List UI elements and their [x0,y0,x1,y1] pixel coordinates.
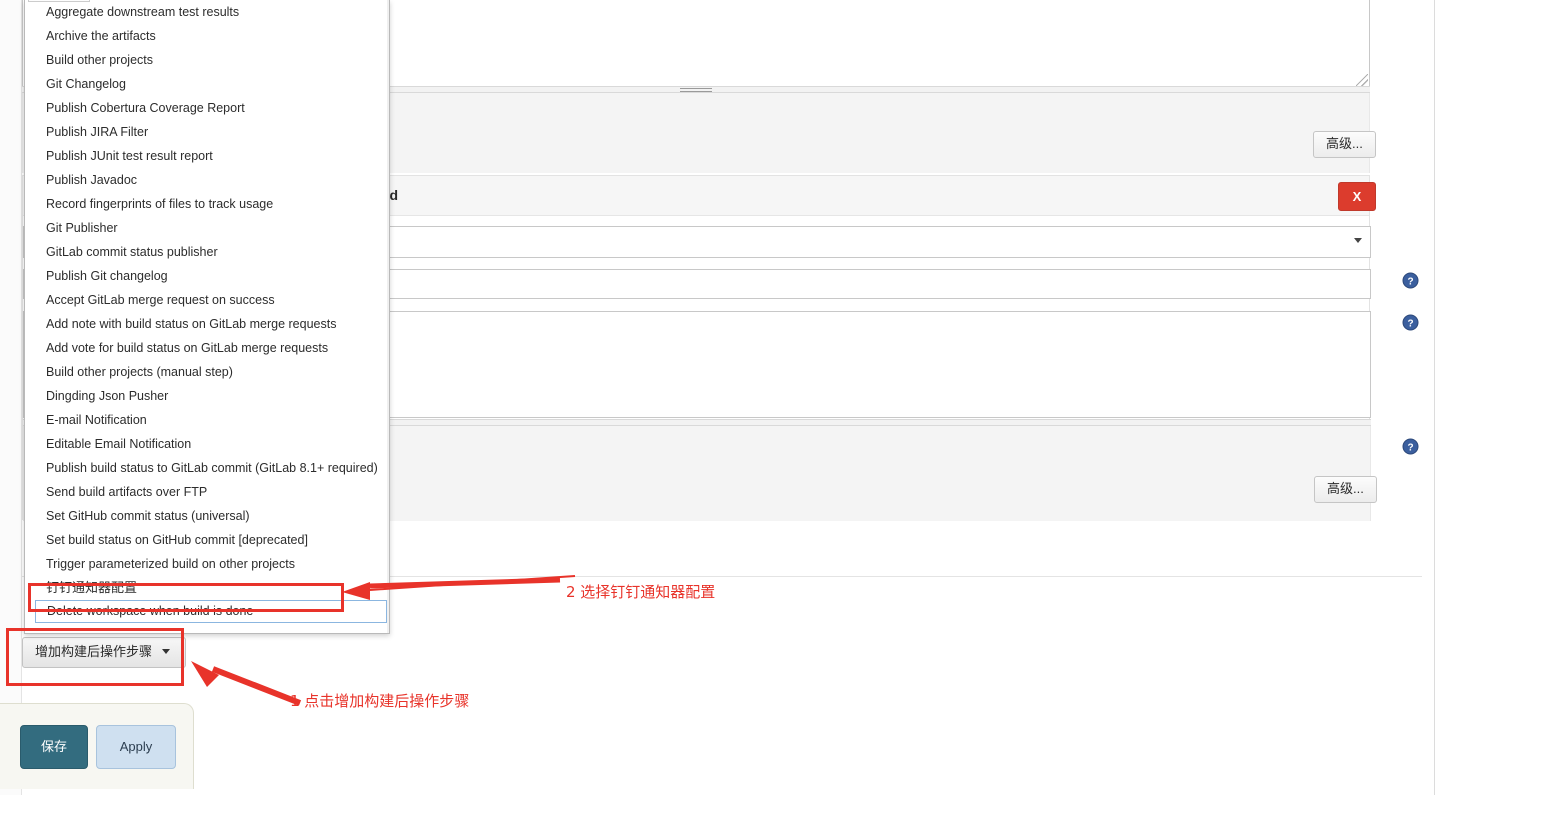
dropdown-item[interactable]: Build other projects (manual step) [25,360,389,384]
dropdown-item[interactable]: Dingding Json Pusher [25,384,389,408]
dropdown-item-list: Aggregate downstream test results Archive… [25,0,389,623]
dropdown-item[interactable]: Publish JIRA Filter [25,120,389,144]
dropdown-anchor-stub [28,0,90,2]
dropdown-item[interactable]: Record fingerprints of files to track us… [25,192,389,216]
svg-text:?: ? [1407,318,1413,329]
dropdown-item[interactable]: Git Changelog [25,72,389,96]
dropdown-item[interactable]: Delete workspace when build is done [35,600,387,623]
svg-text:?: ? [1407,442,1413,453]
save-button[interactable]: 保存 [20,725,88,769]
dropdown-item[interactable]: Set build status on GitHub commit [depre… [25,528,389,552]
dropdown-item[interactable]: Publish JUnit test result report [25,144,389,168]
help-icon[interactable]: ? [1402,272,1419,289]
dropdown-item[interactable]: Publish Cobertura Coverage Report [25,96,389,120]
add-post-build-step-button[interactable]: 增加构建后操作步骤 [22,637,186,668]
help-icon[interactable]: ? [1402,438,1419,455]
dropdown-item[interactable]: Add vote for build status on GitLab merg… [25,336,389,360]
dropdown-item[interactable]: Publish build status to GitLab commit (G… [25,456,389,480]
dropdown-item[interactable]: Send build artifacts over FTP [25,480,389,504]
help-icon[interactable]: ? [1402,314,1419,331]
resize-grip-icon[interactable] [1356,74,1368,86]
advanced-button-upper[interactable]: 高级... [1313,131,1376,158]
page-bottom-strip [0,795,1435,828]
dropdown-item[interactable]: Publish Git changelog [25,264,389,288]
dropdown-item[interactable]: GitLab commit status publisher [25,240,389,264]
advanced-button-lower[interactable]: 高级... [1314,476,1377,503]
form-action-bar: 保存 Apply [0,703,194,789]
annotation-step-2-text: 2 选择钉钉通知器配置 [566,583,716,601]
browser-canvas-right [1435,0,1548,828]
delete-build-step-button[interactable]: X [1338,182,1376,211]
dropdown-item[interactable]: E-mail Notification [25,408,389,432]
add-post-build-step-label: 增加构建后操作步骤 [35,644,153,659]
dropdown-item[interactable]: Add note with build status on GitLab mer… [25,312,389,336]
dropdown-item[interactable]: Accept GitLab merge request on success [25,288,389,312]
svg-text:?: ? [1407,276,1413,287]
apply-button[interactable]: Apply [96,725,176,769]
chevron-down-icon [1354,238,1362,243]
dropdown-item[interactable]: Publish Javadoc [25,168,389,192]
page-left-rail [0,0,22,795]
dropdown-item[interactable]: Archive the artifacts [25,24,389,48]
annotation-step-1-text: 1 点击增加构建后操作步骤 [290,692,470,710]
chevron-down-icon [162,649,171,654]
dropdown-item[interactable]: 钉钉通知器配置 [25,576,389,600]
post-build-action-dropdown[interactable]: Aggregate downstream test results Archive… [24,0,390,634]
dropdown-item[interactable]: Git Publisher [25,216,389,240]
dropdown-item[interactable]: Set GitHub commit status (universal) [25,504,389,528]
dropdown-item[interactable]: Editable Email Notification [25,432,389,456]
dropdown-item[interactable]: Build other projects [25,48,389,72]
dropdown-item[interactable]: Trigger parameterized build on other pro… [25,552,389,576]
dropdown-item[interactable]: Aggregate downstream test results [25,0,389,24]
